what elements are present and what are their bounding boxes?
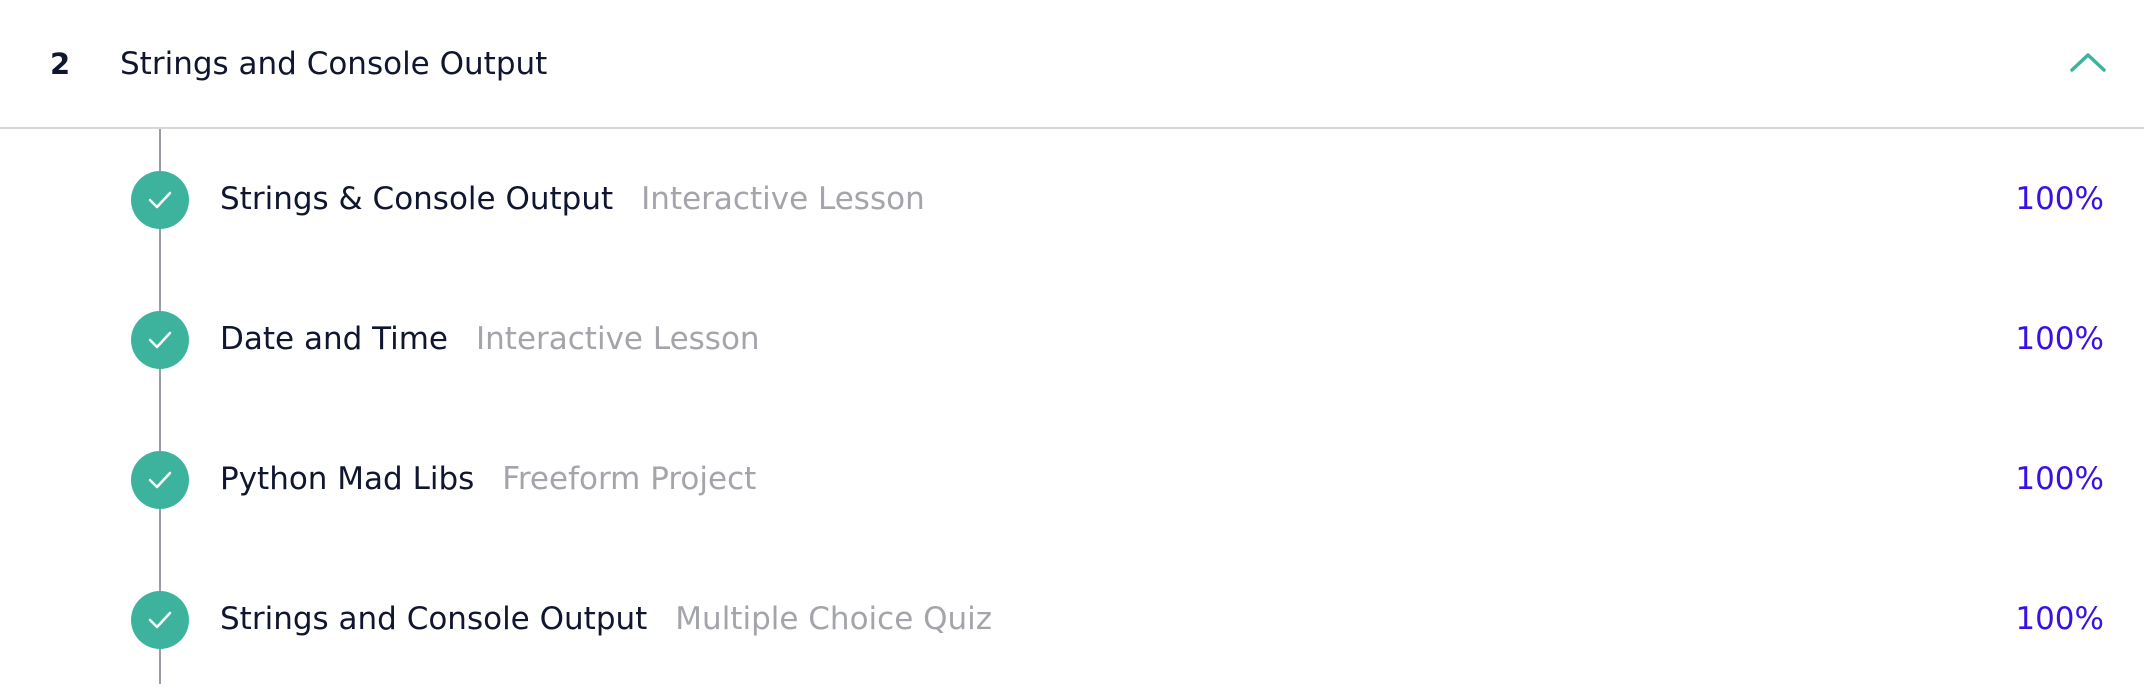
chevron-up-icon[interactable]	[2068, 50, 2108, 74]
lesson-type: Multiple Choice Quiz	[675, 601, 993, 637]
lesson-item[interactable]: Strings & Console Output Interactive Less…	[0, 129, 2144, 269]
lesson-title-wrap: Date and Time Interactive Lesson	[220, 321, 760, 357]
lesson-progress: 100%	[2015, 321, 2104, 357]
check-complete-icon	[131, 451, 189, 509]
lesson-title[interactable]: Strings and Console Output	[220, 601, 647, 637]
lesson-title[interactable]: Date and Time	[220, 321, 448, 357]
section-number: 2	[50, 47, 71, 81]
lesson-type: Interactive Lesson	[641, 181, 925, 217]
lesson-progress: 100%	[2015, 181, 2104, 217]
lesson-title-wrap: Strings & Console Output Interactive Less…	[220, 181, 925, 217]
check-complete-icon	[131, 311, 189, 369]
lesson-title-wrap: Python Mad Libs Freeform Project	[220, 461, 756, 497]
section-header[interactable]: 2 Strings and Console Output	[0, 0, 2144, 129]
lesson-progress: 100%	[2015, 601, 2104, 637]
lesson-item[interactable]: Python Mad Libs Freeform Project 100%	[0, 409, 2144, 549]
lesson-title-wrap: Strings and Console Output Multiple Choic…	[220, 601, 992, 637]
check-complete-icon	[131, 171, 189, 229]
lesson-type: Interactive Lesson	[476, 321, 760, 357]
check-complete-icon	[131, 591, 189, 649]
lesson-item[interactable]: Date and Time Interactive Lesson 100%	[0, 269, 2144, 409]
lesson-item[interactable]: Strings and Console Output Multiple Choic…	[0, 549, 2144, 689]
lesson-progress: 100%	[2015, 461, 2104, 497]
lesson-title[interactable]: Strings & Console Output	[220, 181, 613, 217]
section-title: Strings and Console Output	[120, 46, 548, 82]
lesson-title[interactable]: Python Mad Libs	[220, 461, 474, 497]
lesson-type: Freeform Project	[502, 461, 757, 497]
